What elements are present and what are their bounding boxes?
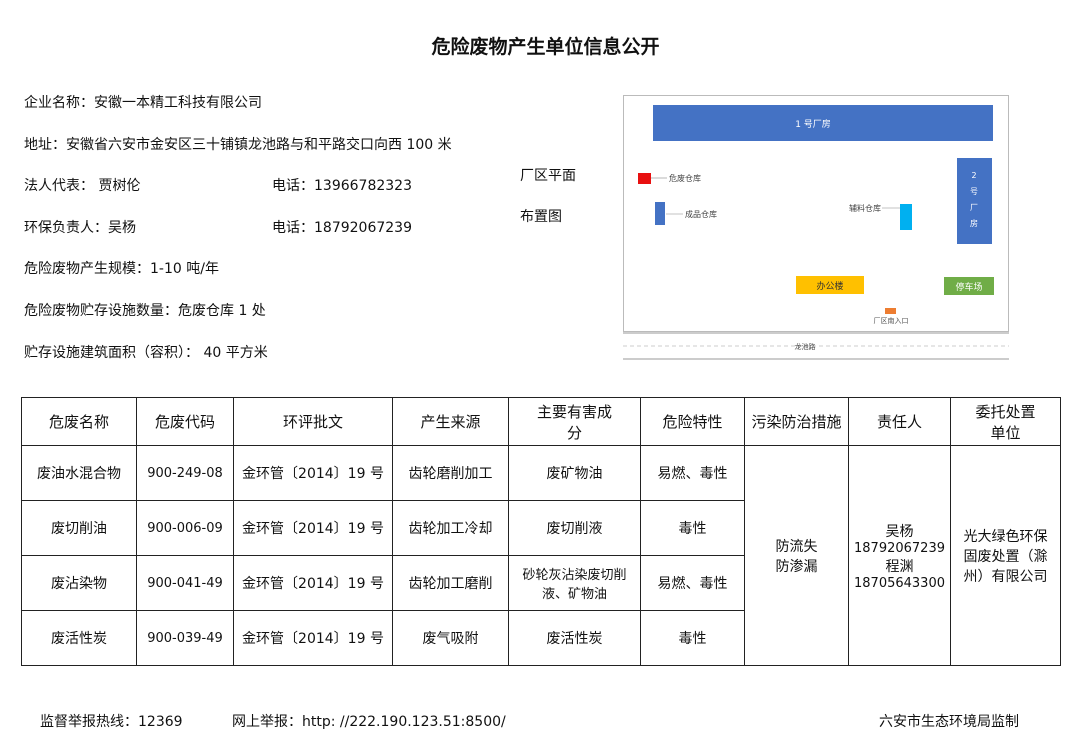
company-name: 企业名称：安徽一本精工科技有限公司 — [24, 95, 262, 111]
legal-phone: 电话：13966782323 — [272, 178, 412, 194]
eia-approval: 金环管〔2014〕19 号 — [233, 445, 393, 501]
measure-line: 防流失 — [775, 538, 818, 555]
hazard-property: 易燃、毒性 — [640, 555, 745, 611]
hazardous-waste-table: 危废名称 危废代码 环评批文 产生来源 主要有害成分 危险特性 污染防治措施 责… — [21, 397, 1061, 666]
facility-area: 贮存设施建筑面积（容积）： 40 平方米 — [24, 345, 268, 361]
product-store-label: 成品仓库 — [685, 209, 717, 219]
building-2-char-1: 2 — [971, 171, 976, 180]
product-store — [655, 202, 665, 225]
company-address: 地址：安徽省六安市金安区三十铺镇龙池路与和平路交口向西 100 米 — [24, 137, 452, 153]
waste-source: 齿轮加工冷却 — [392, 500, 509, 556]
facility-count: 危险废物贮存设施数量：危废仓库 1 处 — [24, 303, 266, 319]
env-phone: 电话：18792067239 — [272, 220, 412, 236]
pollution-measures-cell: 防流失 防渗漏 — [744, 445, 849, 666]
waste-name: 废油水混合物 — [21, 445, 137, 501]
header-waste-code: 危废代码 — [136, 397, 234, 446]
waste-scale: 危险废物产生规模：1-10 吨/年 — [24, 261, 219, 277]
hazard-store — [638, 173, 651, 184]
hazardous-component: 废矿物油 — [508, 445, 641, 501]
road-label: 龙池路 — [795, 342, 816, 351]
supervisor: 六安市生态环境局监制 — [879, 714, 1019, 730]
header-eia-approval: 环评批文 — [233, 397, 393, 446]
waste-name: 废沾染物 — [21, 555, 137, 611]
building-2-char-3: 厂 — [970, 203, 978, 212]
waste-name: 废切削油 — [21, 500, 137, 556]
eia-approval: 金环管〔2014〕19 号 — [233, 500, 393, 556]
south-gate — [885, 308, 896, 314]
gate-label: 厂区南入口 — [874, 316, 909, 325]
env-manager: 环保负责人：吴杨 — [24, 220, 136, 236]
header-hazardous-component: 主要有害成分 — [508, 397, 641, 446]
waste-code: 900-006-09 — [136, 500, 234, 556]
header-waste-name: 危废名称 — [21, 397, 137, 446]
header-pollution-measures: 污染防治措施 — [744, 397, 849, 446]
hazard-property: 毒性 — [640, 610, 745, 666]
aux-store-label: 辅料仓库 — [849, 203, 881, 213]
online-report: 网上举报：http: //222.190.123.51:8500/ — [232, 714, 506, 730]
hazardous-component: 砂轮灰沾染废切削液、矿物油 — [508, 555, 641, 611]
hazardous-component: 废切削液 — [508, 500, 641, 556]
responsible-phone: 18705643300 — [854, 575, 945, 591]
waste-source: 废气吸附 — [392, 610, 509, 666]
table-row: 废油水混合物 900-249-08 金环管〔2014〕19 号 齿轮磨削加工 废… — [21, 445, 1061, 666]
waste-name: 废活性炭 — [21, 610, 137, 666]
hazard-store-label: 危废仓库 — [669, 173, 701, 183]
waste-code: 900-039-49 — [136, 610, 234, 666]
site-plan: 1 号厂房 危废仓库 成品仓库 辅料仓库 2 号 厂 房 办公楼 停车场 厂区南… — [623, 95, 1009, 360]
waste-code: 900-041-49 — [136, 555, 234, 611]
responsible-name: 程渊 — [885, 558, 914, 575]
waste-source: 齿轮加工磨削 — [392, 555, 509, 611]
parking-label: 停车场 — [955, 281, 982, 293]
page-title: 危险废物产生单位信息公开 — [431, 36, 660, 58]
waste-source: 齿轮磨削加工 — [392, 445, 509, 501]
plan-label-line2: 布置图 — [520, 209, 562, 225]
legal-representative: 法人代表： 贾树伦 — [24, 178, 141, 194]
responsible-cell: 吴杨 18792067239 程渊 18705643300 — [848, 445, 951, 666]
responsible-name: 吴杨 — [885, 523, 914, 540]
hazard-property: 毒性 — [640, 500, 745, 556]
table-header-row: 危废名称 危废代码 环评批文 产生来源 主要有害成分 危险特性 污染防治措施 责… — [21, 397, 1061, 446]
header-hazard-property: 危险特性 — [640, 397, 745, 446]
aux-store — [900, 204, 912, 230]
waste-code: 900-249-08 — [136, 445, 234, 501]
office-label: 办公楼 — [816, 280, 843, 292]
header-source: 产生来源 — [392, 397, 509, 446]
hotline: 监督举报热线：12369 — [40, 714, 183, 730]
building-2-char-2: 号 — [970, 187, 978, 196]
header-responsible: 责任人 — [848, 397, 951, 446]
eia-approval: 金环管〔2014〕19 号 — [233, 610, 393, 666]
building-2-char-4: 房 — [970, 218, 978, 228]
header-disposal-unit: 委托处置单位 — [950, 397, 1061, 446]
building-1-label: 1 号厂房 — [795, 118, 831, 130]
plan-label-line1: 厂区平面 — [520, 168, 576, 184]
hazard-property: 易燃、毒性 — [640, 445, 745, 501]
hazardous-component: 废活性炭 — [508, 610, 641, 666]
eia-approval: 金环管〔2014〕19 号 — [233, 555, 393, 611]
disposal-unit: 光大绿色环保固废处置（滁州）有限公司 — [950, 445, 1061, 666]
measure-line: 防渗漏 — [775, 558, 818, 575]
responsible-phone: 18792067239 — [854, 540, 945, 556]
